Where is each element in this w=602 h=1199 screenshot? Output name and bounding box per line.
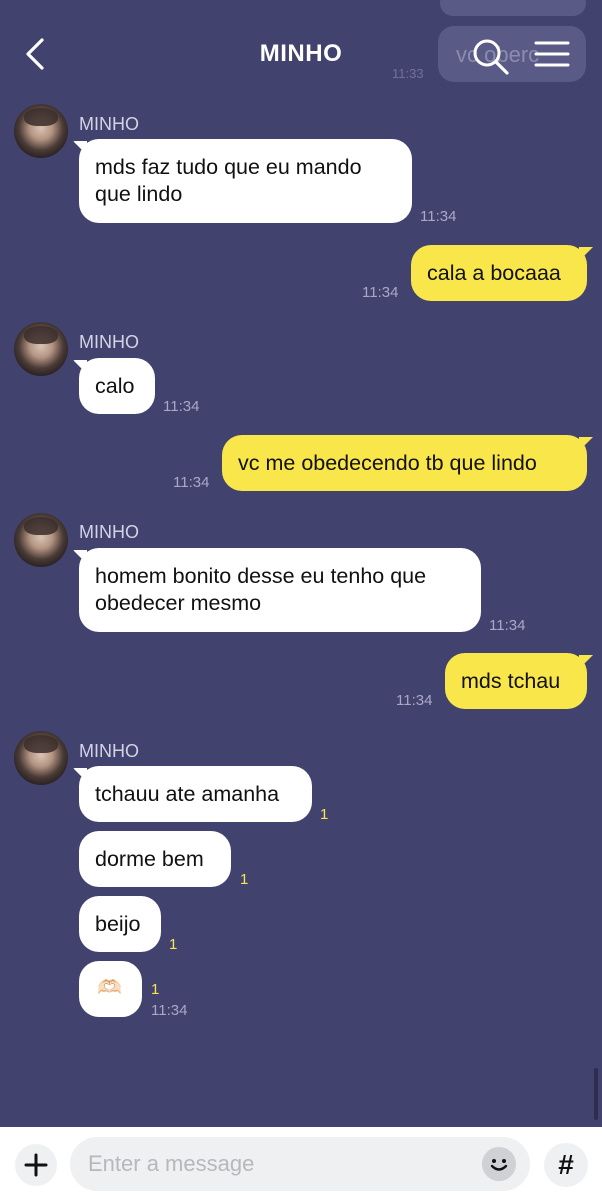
message-bubble-incoming[interactable]: tchauu ate amanha (79, 766, 312, 822)
message-line: calo (95, 374, 135, 398)
hands-heart-emoji: 🫶🏻 (97, 977, 122, 999)
message-input[interactable] (70, 1137, 530, 1191)
emoji-icon[interactable] (482, 1147, 516, 1181)
message-bubble-incoming[interactable]: homem bonito desse eu tenho que obedecer… (79, 548, 481, 632)
message-time: 11:34 (151, 1002, 188, 1019)
avatar[interactable] (14, 104, 68, 158)
sender-name: MINHO (79, 332, 139, 352)
message-bubble-incoming[interactable]: mds faz tudo que eu mando que lindo (79, 139, 412, 223)
message-line: mds tchau (461, 669, 561, 693)
message-time: 11:34 (173, 474, 210, 491)
avatar[interactable] (14, 513, 68, 567)
avatar[interactable] (14, 731, 68, 785)
message-input-bar: # (0, 1127, 602, 1199)
sender-name: MINHO (79, 114, 139, 134)
scrollbar[interactable] (594, 1068, 598, 1120)
message-line: que lindo (95, 182, 183, 206)
message-line: obedecer mesmo (95, 591, 262, 615)
message-time: 11:34 (163, 398, 200, 415)
message-bubble-outgoing[interactable]: vc me obedecendo tb que lindo (222, 435, 587, 491)
plus-icon[interactable] (14, 1143, 58, 1187)
message-bubble-incoming[interactable]: beijo (79, 896, 161, 952)
unread-count: 1 (240, 871, 249, 888)
message-line: vc me obedecendo tb que lindo (238, 451, 537, 475)
message-bubble-incoming[interactable]: calo (79, 358, 155, 414)
message-line: tchauu ate amanha (95, 782, 280, 806)
sender-name: MINHO (79, 522, 139, 542)
menu-icon[interactable] (534, 38, 570, 70)
hash-icon[interactable]: # (544, 1143, 588, 1187)
search-icon[interactable] (470, 36, 510, 76)
unread-count: 1 (151, 981, 160, 998)
message-time: 11:34 (396, 692, 433, 709)
unread-count: 1 (169, 936, 178, 953)
sender-name: MINHO (79, 741, 139, 761)
message-bubble-outgoing[interactable]: mds tchau (445, 653, 587, 709)
message-line: homem bonito desse eu tenho que (95, 564, 427, 588)
message-line: cala a bocaaa (427, 261, 561, 285)
chat-header: MINHO (0, 0, 602, 100)
message-time: 11:34 (362, 284, 399, 301)
message-line: mds faz tudo que eu mando (95, 155, 362, 179)
avatar[interactable] (14, 322, 68, 376)
message-line: dorme bem (95, 847, 204, 871)
message-bubble-incoming[interactable]: dorme bem (79, 831, 231, 887)
message-bubble-outgoing[interactable]: cala a bocaaa (411, 245, 587, 301)
message-time: 11:34 (489, 617, 526, 634)
message-line: beijo (95, 912, 141, 936)
message-time: 11:34 (420, 208, 457, 225)
chat-title: MINHO (259, 40, 343, 67)
message-bubble-emoji[interactable]: 🫶🏻 (79, 961, 142, 1017)
unread-count: 1 (320, 806, 329, 823)
